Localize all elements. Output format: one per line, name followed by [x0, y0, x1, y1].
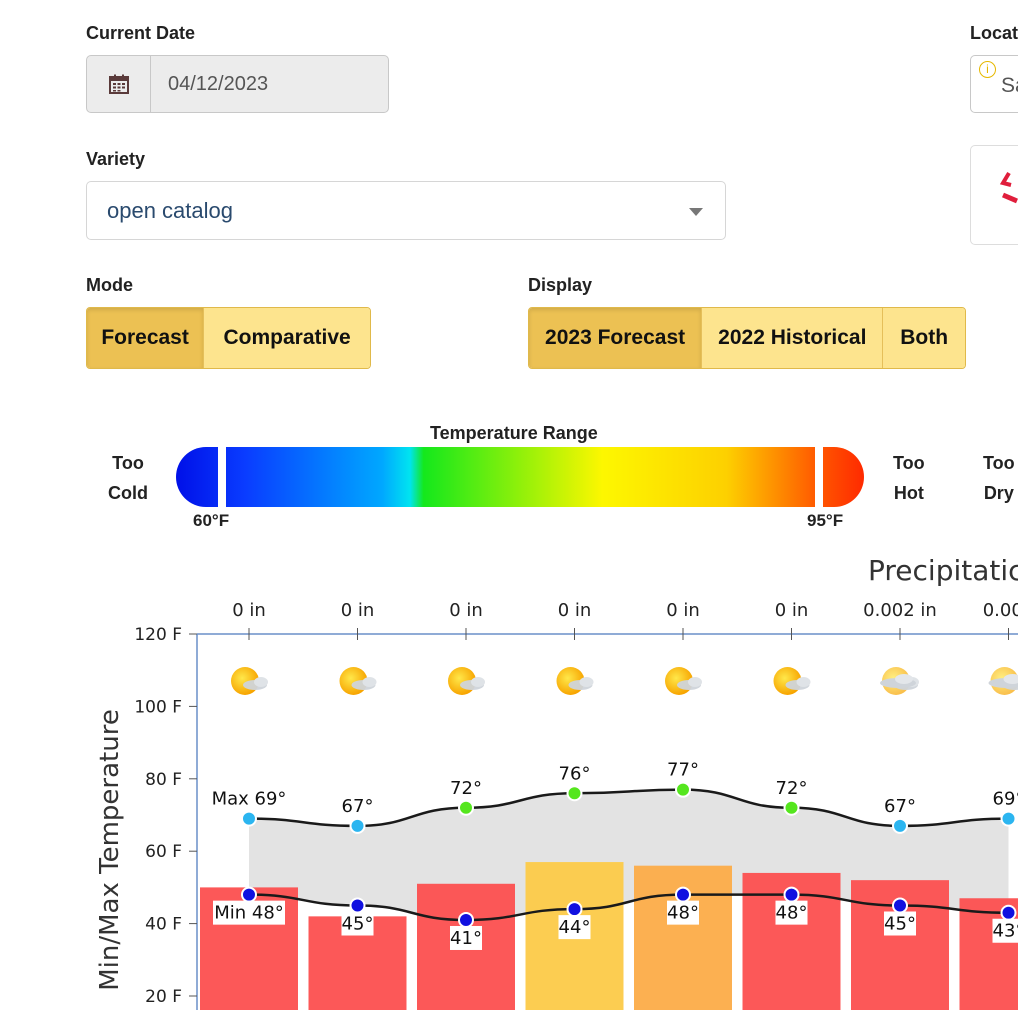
- display-toggle: 2023 Forecast 2022 Historical Both: [528, 307, 966, 369]
- min-label: 45°: [342, 914, 374, 935]
- max-label: 77°: [667, 760, 699, 781]
- max-point: [349, 817, 366, 834]
- max-point: [783, 799, 800, 816]
- temp-range-title: Temperature Range: [430, 423, 598, 443]
- max-point: [241, 810, 257, 827]
- y-tick-label: 80 F: [145, 770, 182, 790]
- display-2023-forecast-button[interactable]: 2023 Forecast: [529, 308, 703, 368]
- min-point: [241, 886, 257, 903]
- max-point: [1000, 810, 1017, 827]
- y-tick-label: 120 F: [134, 625, 182, 645]
- max-threshold-marker: [815, 445, 823, 508]
- date-input[interactable]: 04/12/2023: [151, 56, 268, 112]
- max-label: 72°: [450, 778, 482, 799]
- max-label: 67°: [884, 796, 916, 817]
- y-tick-label: 20 F: [145, 987, 182, 1007]
- max-label: 76°: [559, 763, 591, 784]
- min-label: 43°: [993, 921, 1018, 942]
- temperature-gradient-bar: [176, 445, 864, 508]
- max-label: 72°: [776, 778, 808, 799]
- y-axis-label: Min/Max Temperature: [95, 709, 125, 991]
- sun-cloud-icon: [773, 667, 811, 695]
- too-cold-label: Too Cold: [108, 453, 148, 503]
- min-label: 45°: [884, 914, 916, 935]
- min-label: 48°: [667, 903, 699, 924]
- sun-cloud-icon: [448, 667, 485, 695]
- min-label: Min 48°: [214, 903, 284, 924]
- too-dry-label: Too Dry: [983, 453, 1015, 503]
- mode-toggle: Forecast Comparative: [86, 307, 371, 369]
- too-hot-label: Too Hot: [893, 453, 925, 503]
- chart-title: Precipitatic: [868, 554, 1018, 587]
- min-point: [349, 897, 366, 914]
- min-max-temperature-chart: Precipitatic 120 F 100 F 80 F 60 F 40 F 20 F 0…: [95, 554, 1018, 1010]
- sun-cloud-icon: [556, 667, 594, 695]
- logo-icon: [999, 171, 1018, 204]
- sun-cloud-icon: [665, 667, 702, 695]
- max-point: [892, 817, 908, 834]
- min-point: [458, 911, 474, 928]
- variety-label: Variety: [86, 149, 146, 169]
- calendar-icon[interactable]: [87, 56, 151, 112]
- display-both-button[interactable]: Both: [883, 308, 965, 368]
- precip-label: 0.001: [983, 600, 1018, 621]
- max-point: [458, 799, 474, 816]
- logo-panel: [970, 145, 1018, 245]
- max-label: Max 69°: [212, 789, 287, 810]
- max-point: [675, 781, 691, 798]
- min-threshold-label: 60°F: [193, 511, 230, 530]
- min-label: 41°: [450, 928, 482, 949]
- mode-label: Mode: [86, 275, 133, 295]
- max-point: [566, 785, 583, 802]
- sun-cloud-icon: [339, 667, 377, 695]
- info-icon[interactable]: i: [979, 61, 996, 78]
- variety-select[interactable]: open catalog: [86, 181, 726, 240]
- location-input[interactable]: i Sa: [970, 55, 1018, 113]
- y-tick-label: 60 F: [145, 842, 182, 862]
- min-label: 48°: [776, 903, 808, 924]
- location-label: Locat: [970, 23, 1018, 43]
- cloud-sun-icon: [880, 667, 919, 695]
- precip-label: 0 in: [341, 600, 375, 621]
- min-point: [783, 886, 800, 903]
- precip-label: 0 in: [449, 600, 483, 621]
- y-tick-label: 100 F: [134, 697, 182, 717]
- variety-value: open catalog: [107, 198, 233, 223]
- location-value: Sa: [1001, 74, 1018, 97]
- current-date-label: Current Date: [86, 23, 196, 43]
- precip-label: 0 in: [232, 600, 266, 621]
- max-label: 69°: [993, 789, 1018, 810]
- min-point: [1000, 904, 1017, 921]
- mode-forecast-button[interactable]: Forecast: [87, 308, 205, 368]
- precip-label: 0 in: [666, 600, 700, 621]
- min-label: 44°: [559, 917, 591, 938]
- display-2022-historical-button[interactable]: 2022 Historical: [702, 308, 884, 368]
- min-threshold-marker: [218, 445, 226, 508]
- display-label: Display: [528, 275, 593, 295]
- min-point: [675, 886, 691, 903]
- date-picker[interactable]: 04/12/2023: [86, 55, 389, 113]
- min-point: [566, 901, 583, 918]
- min-point: [892, 897, 908, 914]
- y-tick-label: 40 F: [145, 915, 182, 935]
- mode-comparative-button[interactable]: Comparative: [204, 308, 370, 368]
- precip-label: 0.002 in: [863, 600, 937, 621]
- max-threshold-label: 95°F: [807, 511, 844, 530]
- sun-cloud-icon: [231, 667, 268, 695]
- chevron-down-icon: [689, 208, 703, 216]
- cloud-sun-icon: [988, 667, 1018, 695]
- max-label: 67°: [342, 796, 374, 817]
- precip-label: 0 in: [775, 600, 809, 621]
- precip-label: 0 in: [558, 600, 592, 621]
